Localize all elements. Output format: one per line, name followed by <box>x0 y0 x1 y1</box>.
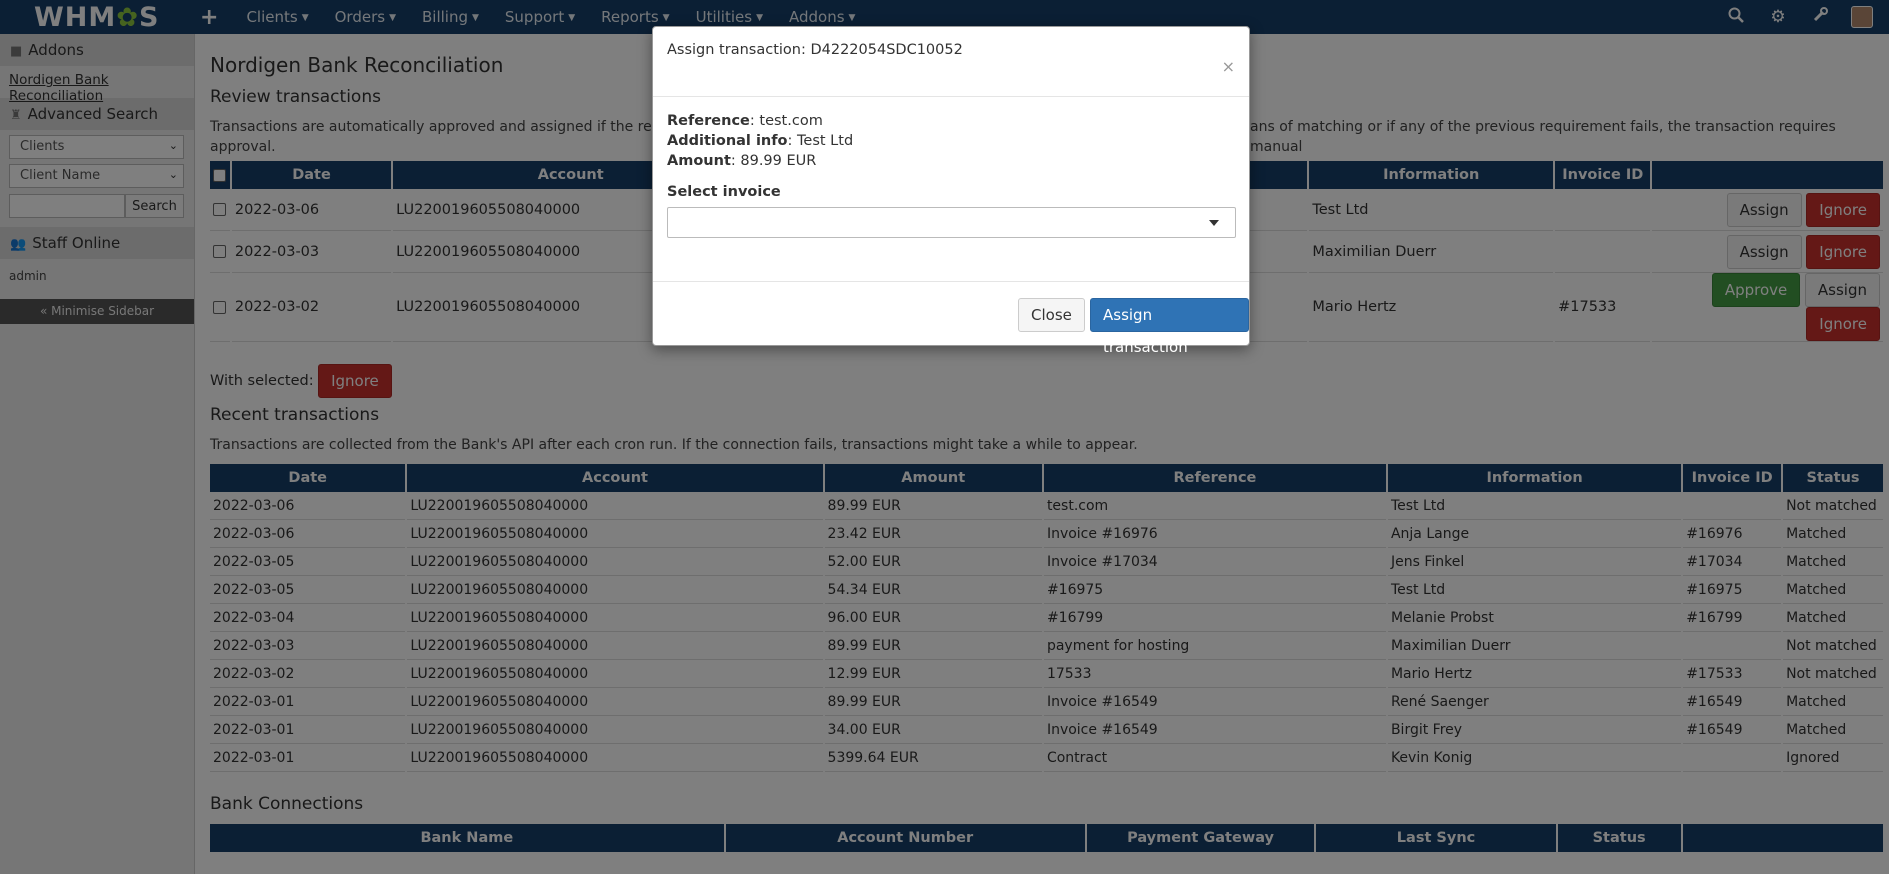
select-invoice-label: Select invoice <box>667 184 781 200</box>
modal-body: Reference: test.com Additional info: Tes… <box>653 97 1249 282</box>
reference-line: Reference: test.com <box>667 113 823 129</box>
caret-down-icon <box>1209 220 1219 226</box>
additional-info-value: Test Ltd <box>797 133 854 149</box>
modal-header: Assign transaction: D4222054SDC10052 × <box>653 27 1249 97</box>
assign-transaction-modal: Assign transaction: D4222054SDC10052 × R… <box>652 26 1250 356</box>
reference-value: test.com <box>759 113 823 129</box>
close-button[interactable]: Close <box>1018 298 1085 332</box>
modal-title: Assign transaction: D4222054SDC10052 <box>667 42 963 58</box>
close-icon[interactable]: × <box>1222 57 1235 76</box>
amount-label: Amount <box>667 153 731 169</box>
modal-footer: Close Assign transaction <box>653 282 1249 356</box>
assign-transaction-button[interactable]: Assign transaction <box>1090 298 1249 356</box>
additional-info-label: Additional info <box>667 133 788 149</box>
additional-info-line: Additional info: Test Ltd <box>667 133 854 149</box>
amount-line: Amount: 89.99 EUR <box>667 153 817 169</box>
reference-label: Reference <box>667 113 750 129</box>
select-invoice-dropdown[interactable] <box>667 207 1236 238</box>
amount-value: 89.99 EUR <box>740 153 817 169</box>
